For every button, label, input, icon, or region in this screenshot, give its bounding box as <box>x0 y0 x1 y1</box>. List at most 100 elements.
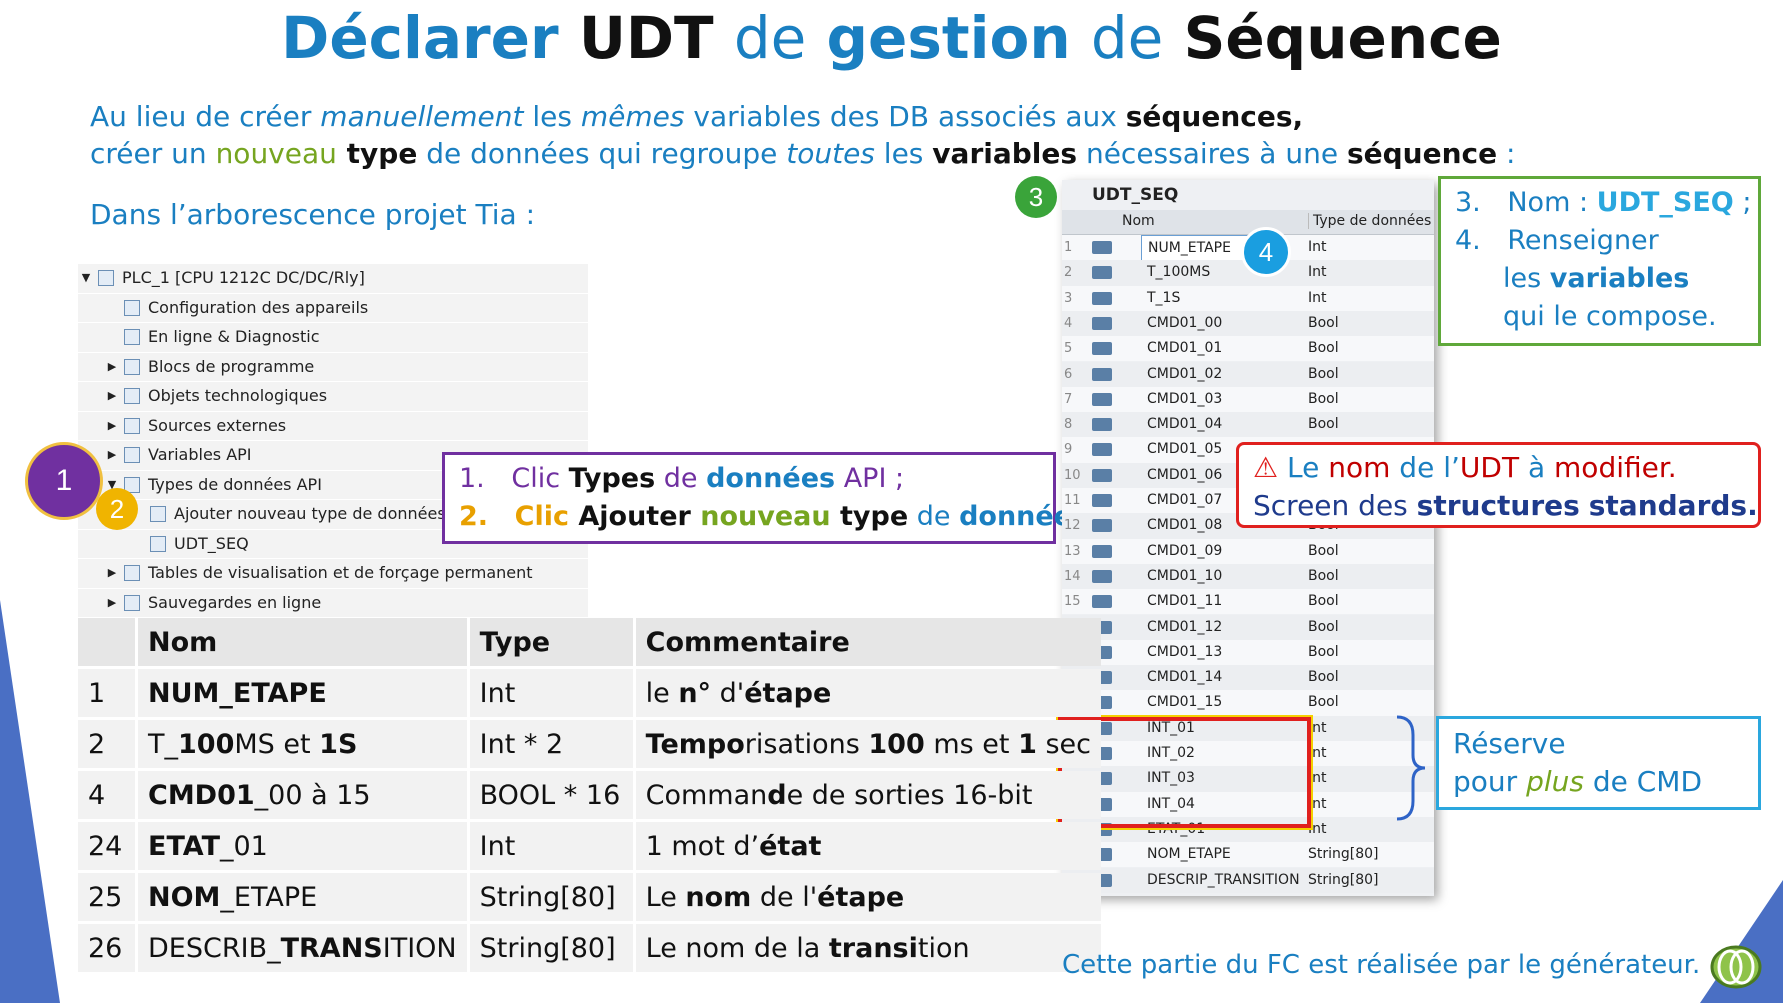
udt-var-type[interactable]: Bool <box>1308 387 1339 412</box>
udt-var-name[interactable]: CMD01_04 <box>1147 412 1222 437</box>
udt-var-type[interactable]: Bool <box>1308 589 1339 614</box>
tree-item[interactable]: ▶ Sources externes <box>78 411 588 441</box>
udt-var-type[interactable]: String[80] <box>1308 842 1379 867</box>
summary-table: Nom Type Commentaire 1 NUM_ETAPE Int le … <box>75 615 1104 975</box>
udt-var-type[interactable]: String[80] <box>1308 868 1379 893</box>
title-word: Déclarer <box>281 4 559 72</box>
udt-var-name[interactable]: DESCRIP_TRANSITION <box>1147 868 1300 893</box>
udt-var-type[interactable]: Bool <box>1308 336 1339 361</box>
table-row: 1 NUM_ETAPE Int le n° d'étape <box>78 669 1101 717</box>
warning-text: structures <box>1416 489 1580 522</box>
collapse-arrow-icon[interactable]: ▶ <box>106 559 118 588</box>
udt-var-name[interactable]: CMD01_10 <box>1147 564 1222 589</box>
udt-var-name[interactable]: CMD01_08 <box>1147 513 1222 538</box>
udt-var-type[interactable]: Bool <box>1308 362 1339 387</box>
row-number: 2 <box>78 720 135 768</box>
tree-item[interactable]: En ligne & Diagnostic <box>78 323 588 353</box>
udt-var-name[interactable]: CMD01_02 <box>1147 362 1222 387</box>
tree-item-label: Tables de visualisation et de forçage pe… <box>148 563 533 582</box>
row-comment: Commande de sorties 16-bit <box>635 771 1101 819</box>
callout-steps-box: 1. Clic Types de données API ; 2. Clic A… <box>442 452 1106 544</box>
udt-row[interactable]: 4 CMD01_00 Bool <box>1062 310 1434 337</box>
udt-var-name[interactable]: CMD01_09 <box>1147 539 1222 564</box>
udt-var-name[interactable]: CMD01_05 <box>1147 437 1222 462</box>
udt-var-type[interactable]: Bool <box>1308 412 1339 437</box>
udt-var-type[interactable]: Int <box>1308 235 1327 260</box>
udt-row[interactable]: 8 CMD01_04 Bool <box>1062 412 1434 438</box>
udt-row[interactable]: 16CMD01_12Bool <box>1062 614 1434 640</box>
table-row: 4 CMD01_00 à 15 BOOL * 16 Commande de so… <box>78 771 1101 819</box>
expand-arrow-icon[interactable]: ▼ <box>80 264 92 293</box>
collapse-arrow-icon[interactable]: ▶ <box>106 441 118 470</box>
udt-var-name[interactable]: CMD01_15 <box>1147 690 1222 715</box>
collapse-arrow-icon[interactable]: ▶ <box>106 353 118 382</box>
name-part: ETAT <box>148 830 220 862</box>
collapse-arrow-icon[interactable]: ▶ <box>106 382 118 411</box>
udt-var-name[interactable]: CMD01_06 <box>1147 463 1222 488</box>
udt-row[interactable]: 5 CMD01_01 Bool <box>1062 336 1434 362</box>
collapse-arrow-icon[interactable]: ▶ <box>106 412 118 441</box>
udt-row[interactable]: 3 T_1S Int <box>1062 285 1434 311</box>
udt-var-type[interactable]: Int <box>1308 260 1327 285</box>
udt-var-name[interactable]: NUM_ETAPE <box>1141 235 1252 262</box>
comment-part: de l' <box>751 881 818 913</box>
tree-item[interactable]: ▶ Tables de visualisation et de forçage p… <box>78 559 588 589</box>
udt-var-name[interactable]: CMD01_12 <box>1147 615 1222 640</box>
udt-row-number: 3 <box>1064 290 1073 306</box>
brace-icon <box>1396 715 1426 821</box>
collapse-arrow-icon[interactable]: ▶ <box>106 589 118 618</box>
comment-part: sec <box>1036 728 1091 760</box>
tree-node-icon <box>124 299 140 316</box>
comment-part: e de sorties 16-bit <box>786 779 1033 811</box>
udt-var-type[interactable]: Bool <box>1308 539 1339 564</box>
udt-row[interactable]: 17CMD01_13Bool <box>1062 639 1434 666</box>
udt-row[interactable]: 7 CMD01_03 Bool <box>1062 386 1434 413</box>
step-badge-2: 2 <box>96 488 138 530</box>
tree-item[interactable]: ▶ Objets technologiques <box>78 382 588 412</box>
name-part: MS et <box>234 728 320 760</box>
udt-row[interactable]: 19CMD01_15Bool <box>1062 690 1434 716</box>
udt-var-type[interactable]: Bool <box>1308 640 1339 665</box>
udt-row-number: 15 <box>1064 594 1081 610</box>
udt-row[interactable]: 26DESCRIP_TRANSITIONString[80] <box>1062 867 1434 893</box>
step-text: de <box>908 501 960 532</box>
udt-var-name[interactable]: T_100MS <box>1147 260 1210 285</box>
udt-editor-window: UDT_SEQ Nom Type de données 1 NUM_ETAPE In… <box>1058 180 1434 896</box>
udt-var-name[interactable]: CMD01_11 <box>1147 589 1222 614</box>
callout-step-3: 3. Nom : UDT_SEQ ; <box>1455 187 1751 218</box>
tree-item[interactable]: ▼ PLC_1 [CPU 1212C DC/DC/Rly] <box>78 264 588 294</box>
tree-item[interactable]: ▶ Sauvegardes en ligne <box>78 588 588 618</box>
udt-var-name[interactable]: CMD01_00 <box>1147 311 1222 336</box>
udt-var-type[interactable]: Int <box>1308 286 1327 311</box>
callout-step-4-line-3: qui le compose. <box>1503 301 1717 332</box>
udt-var-type[interactable]: Bool <box>1308 615 1339 640</box>
variable-icon <box>1092 342 1112 356</box>
udt-var-name[interactable]: NOM_ETAPE <box>1147 842 1231 867</box>
tree-node-icon <box>98 270 114 286</box>
udt-var-name[interactable]: CMD01_14 <box>1147 665 1222 690</box>
udt-var-type[interactable]: Bool <box>1308 311 1339 336</box>
udt-row[interactable]: 15 CMD01_11 Bool <box>1062 589 1434 615</box>
udt-row[interactable]: 18CMD01_14Bool <box>1062 665 1434 691</box>
tree-item[interactable]: ▶ Blocs de programme <box>78 352 588 382</box>
udt-row[interactable]: 6 CMD01_02 Bool <box>1062 361 1434 387</box>
tree-node-icon <box>150 535 166 552</box>
udt-var-type[interactable]: Bool <box>1308 690 1339 715</box>
step-text: Ajouter <box>578 501 691 532</box>
udt-row[interactable]: 14 CMD01_10 Bool <box>1062 563 1434 590</box>
comment-part: Le <box>645 881 686 913</box>
udt-var-name[interactable]: T_1S <box>1147 286 1180 311</box>
intro-line-1: Au lieu de créer manuellement les mêmes … <box>90 100 1303 133</box>
udt-var-type[interactable]: Bool <box>1308 564 1339 589</box>
udt-var-name[interactable]: CMD01_13 <box>1147 640 1222 665</box>
udt-var-name[interactable]: CMD01_01 <box>1147 336 1222 361</box>
udt-row[interactable]: 13 CMD01_09 Bool <box>1062 538 1434 564</box>
warning-text: nom <box>1328 451 1391 484</box>
udt-var-name[interactable]: CMD01_03 <box>1147 387 1222 412</box>
udt-var-name[interactable]: CMD01_07 <box>1147 488 1222 513</box>
udt-row[interactable]: 25NOM_ETAPEString[80] <box>1062 842 1434 868</box>
udt-row-number: 2 <box>1064 265 1073 281</box>
udt-var-type[interactable]: Bool <box>1308 665 1339 690</box>
tree-item[interactable]: Configuration des appareils <box>78 293 588 323</box>
warning-text: à <box>1519 451 1555 484</box>
